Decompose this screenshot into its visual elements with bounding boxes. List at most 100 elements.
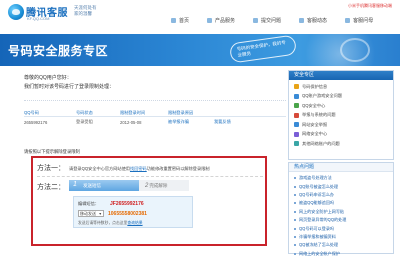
submit-icon <box>253 18 259 23</box>
nav-label: 客服问母 <box>353 18 374 24</box>
step-indicator: 1 发送短信 2完成解除 <box>69 180 189 191</box>
hot-label: 网络上的安全帐户保护 <box>299 250 340 256</box>
banner-swirl-icon <box>340 38 370 62</box>
slogan-line-2: 家的温馨 <box>74 11 92 16</box>
bullet-icon <box>294 244 296 247</box>
list-item-label: QQ安全中心 <box>302 102 326 108</box>
nav-item-submit[interactable]: 提交问题 <box>244 17 290 25</box>
unlock-heading: 请按照以下提示解除登录限制 <box>24 149 80 154</box>
shield-icon <box>294 84 299 90</box>
sidebar: 安全专区 号码保护信息 QQ账户游戏安全问题 QQ安全中心 举报与系统的问题 网… <box>288 70 394 256</box>
hot-list: 游戏盗号处理方法 QQ账号被盗怎么处理 QQ号码申诉怎么办 被盗QQ能够追回吗 … <box>289 172 393 258</box>
hot-label: QQ账号被盗怎么处理 <box>299 183 339 189</box>
chevron-down-icon: ▼ <box>98 212 102 216</box>
step-label: 发送短信 <box>83 183 101 188</box>
products-icon <box>207 18 213 23</box>
security-box: 安全专区 号码保护信息 QQ账户游戏安全问题 QQ安全中心 举报与系统的问题 网… <box>288 70 394 160</box>
qq-number: 2655992176 <box>24 119 48 125</box>
list-item[interactable]: QQ账户游戏安全问题 <box>294 92 388 102</box>
hot-link[interactable]: QQ被冻结了怎么处理 <box>294 241 388 249</box>
qq-logo-icon[interactable] <box>8 4 24 20</box>
news-icon <box>299 18 305 23</box>
list-item[interactable]: 举报与系统的问题 <box>294 111 388 121</box>
bullet-icon <box>294 227 296 230</box>
carrier-select-value: 移动发送 <box>80 211 96 216</box>
divider <box>24 100 286 101</box>
top-link[interactable]: 小米手机腾讯客服移动端 <box>348 3 392 9</box>
hot-questions-box: 热点问题 游戏盗号处理方法 QQ账号被盗怎么处理 QQ号码申诉怎么办 被盗QQ能… <box>288 162 394 256</box>
list-item[interactable]: 号码保护信息 <box>294 82 388 92</box>
find-password-link[interactable]: 找回密码 <box>130 166 147 171</box>
list-item[interactable]: 网络安全中心 <box>294 130 388 140</box>
bullet-icon <box>294 235 296 238</box>
banner: 号码安全服务专区 号码的安全保护，我的专业服务 <box>0 34 400 66</box>
slogan: 天涯何处有 家的温馨 <box>74 5 97 17</box>
list-item-label: 号码保护信息 <box>302 83 328 89</box>
number-status: 登录受阻 <box>76 119 93 124</box>
method1-text-before: 请登录QQ安全中心官方网站使用 <box>69 166 130 171</box>
banner-bubble: 号码的安全保护，我的专业服务 <box>228 34 298 64</box>
list-item-label: 其他网络账户的问题 <box>302 140 340 146</box>
col-header: 号码状态 <box>76 109 93 115</box>
bullet-icon <box>294 219 296 222</box>
hot-link[interactable]: 网络上的安全帐户保护 <box>294 250 388 258</box>
sms-panel: 编辑短信： JF2655992176 移动发送 ▼ 10655558002381 … <box>73 196 193 228</box>
hot-label: 被盗QQ能够追回吗 <box>299 200 335 206</box>
hot-label: 游戏盗号处理方法 <box>299 175 332 181</box>
nav-item-home[interactable]: 首页 <box>162 17 198 25</box>
main-content: 尊敬的QQ用户您好： 我们暂时对该号码进行了登录限制处理： QQ号码 号码状态 … <box>24 70 286 254</box>
col-header: 限制登录时间 <box>120 109 146 115</box>
carrier-select[interactable]: 移动发送 ▼ <box>78 210 104 217</box>
hot-label: QQ号码可以登录吗 <box>299 225 335 231</box>
report-icon <box>294 112 299 118</box>
hot-label: 诈骗举报和被骗资料 <box>299 233 336 239</box>
hot-link[interactable]: 网页登录异常的QQ的处理 <box>294 216 388 224</box>
network-icon <box>294 131 299 137</box>
hot-label: 网上的安全防护上网写贴 <box>299 208 345 214</box>
sms-send-number: 10655558002381 <box>108 210 147 217</box>
method1-label: 方法一： <box>37 165 65 172</box>
nav-item-faq[interactable]: 客服问母 <box>336 17 382 25</box>
hot-link[interactable]: QQ账号被盗怎么处理 <box>294 182 388 190</box>
hot-link[interactable]: QQ号码可以登录吗 <box>294 224 388 232</box>
nav-item-products[interactable]: 产品服务 <box>198 17 244 25</box>
nav-item-news[interactable]: 客服动态 <box>290 17 336 25</box>
method1-text-after: 功能修改重置密码以解除登录限制 <box>146 166 210 171</box>
step-complete: 2完成解除 <box>139 180 189 191</box>
status-table: QQ号码 号码状态 限制登录时间 限制登录原因 2655992176 登录受阻 … <box>24 109 286 127</box>
list-item-label: 网络安全中心 <box>302 131 328 137</box>
bullet-icon <box>294 185 296 188</box>
nav-label: 首页 <box>179 18 190 24</box>
nav-label: 产品服务 <box>215 18 236 24</box>
hot-title: 热点问题 <box>289 163 393 172</box>
web-icon <box>294 122 299 128</box>
hot-label: QQ号码申诉怎么办 <box>299 191 335 197</box>
bullet-icon <box>294 193 296 196</box>
hot-link[interactable]: QQ号码申诉怎么办 <box>294 191 388 199</box>
table-header: QQ号码 号码状态 限制登录时间 限制登录原因 <box>24 109 286 117</box>
hot-label: QQ被冻结了怎么处理 <box>299 242 339 248</box>
nav-label: 客服动态 <box>307 18 328 24</box>
greeting: 尊敬的QQ用户您好： <box>24 75 72 81</box>
sms-code-row: 编辑短信： JF2655992176 <box>78 201 144 207</box>
feedback-link[interactable]: 我要反馈 <box>214 119 254 125</box>
query-result-link[interactable]: 查询结果 <box>127 221 142 225</box>
hot-link[interactable]: 游戏盗号处理方法 <box>294 174 388 182</box>
hot-link[interactable]: 诈骗举报和被骗资料 <box>294 233 388 241</box>
lock-icon <box>294 103 299 109</box>
col-header: QQ号码 <box>24 109 39 115</box>
list-item[interactable]: QQ安全中心 <box>294 101 388 111</box>
list-item[interactable]: 网站安全举报 <box>294 120 388 130</box>
hot-link[interactable]: 网上的安全防护上网写贴 <box>294 208 388 216</box>
table-row: 2655992176 登录受阻 2012-05-08 被举报诈骗 我要反馈 <box>24 117 286 127</box>
col-header: 限制登录原因 <box>168 109 194 115</box>
sms-note: 发送后请等待数秒，点击这里查询结果 <box>78 221 143 226</box>
list-item-label: 网站安全举报 <box>302 121 328 127</box>
main-nav: 首页 产品服务 提交问题 客服动态 客服问母 <box>162 17 382 25</box>
game-icon <box>294 93 299 99</box>
faq-icon <box>345 18 351 23</box>
hot-link[interactable]: 被盗QQ能够追回吗 <box>294 199 388 207</box>
step-number: 2 <box>145 183 149 189</box>
restrict-reason-link[interactable]: 被举报诈骗 <box>168 119 214 125</box>
list-item[interactable]: 其他网络账户的问题 <box>294 139 388 149</box>
